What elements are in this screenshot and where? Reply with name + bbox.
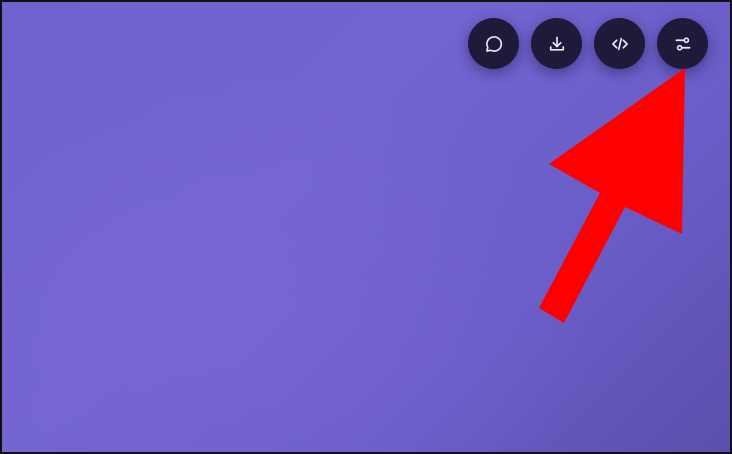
code-icon [611,37,628,50]
preview-canvas [2,2,730,452]
settings-button[interactable] [657,18,708,69]
chat-bubble-icon [485,35,502,52]
sliders-icon [675,36,690,51]
floating-toolbar [468,18,708,69]
comment-button[interactable] [468,18,519,69]
download-button[interactable] [531,18,582,69]
download-icon [549,36,564,51]
code-button[interactable] [594,18,645,69]
screenshot-frame [0,0,732,454]
